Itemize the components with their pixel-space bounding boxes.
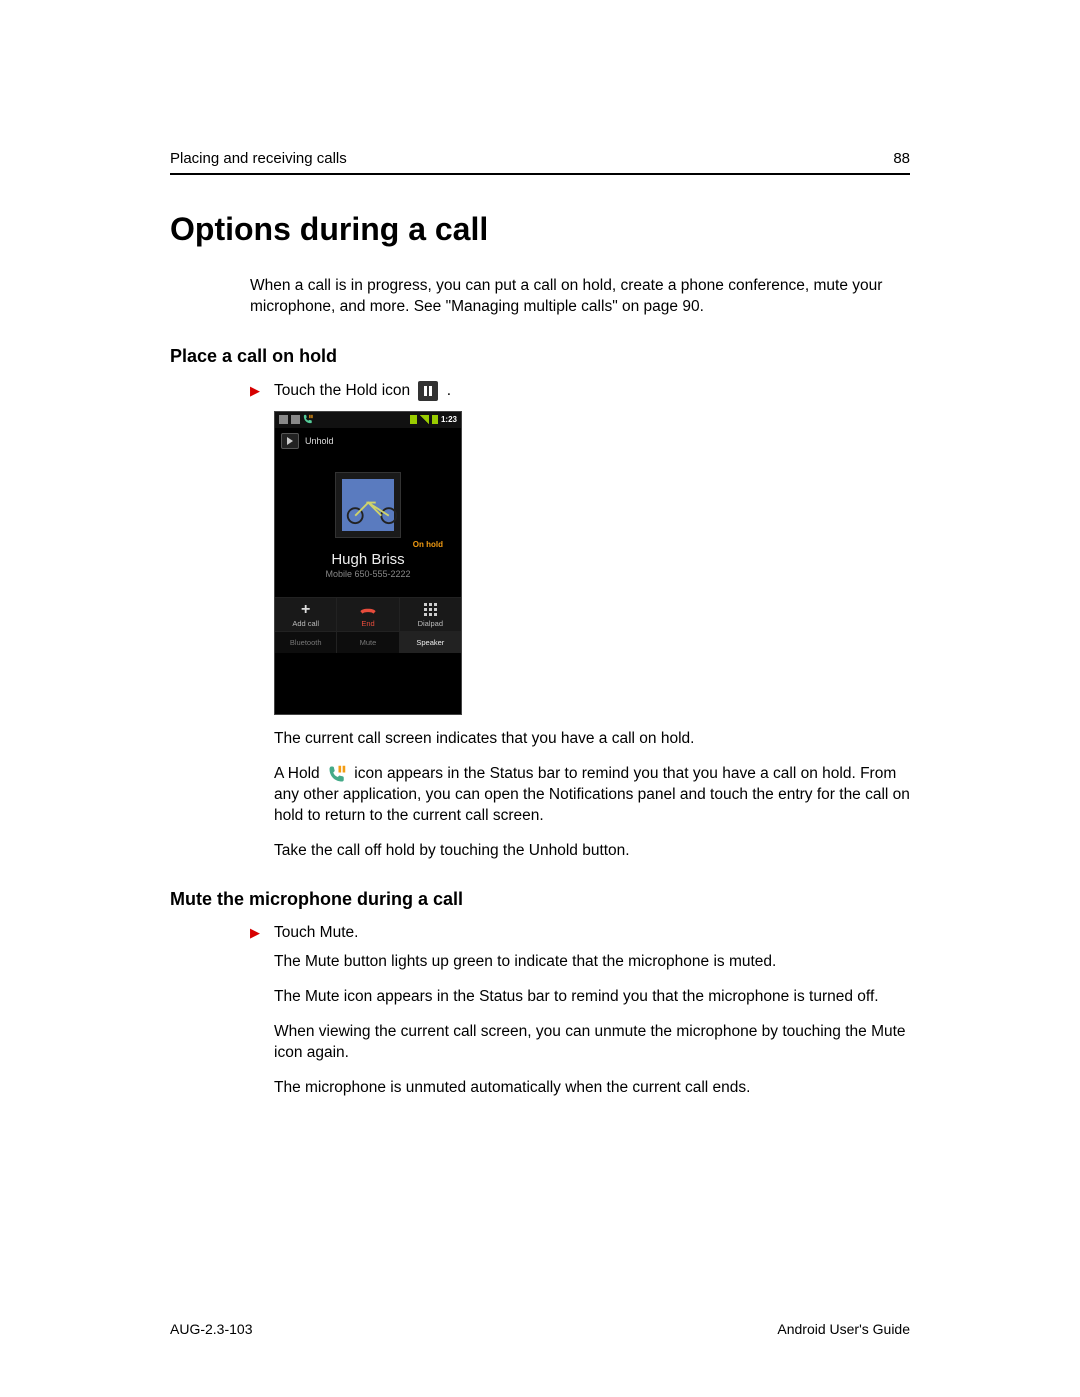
mute-button: Mute — [337, 632, 399, 653]
primary-button-row: Add call End Dialpad — [275, 597, 461, 631]
add-call-button: Add call — [275, 598, 337, 631]
unhold-label: Unhold — [305, 436, 334, 446]
add-call-label: Add call — [292, 619, 319, 628]
bluetooth-button: Bluetooth — [275, 632, 337, 653]
section-name: Placing and receiving calls — [170, 150, 347, 167]
phone-hold-status-icon — [303, 414, 313, 426]
phone-screenshot: 1:23 Unhold On hold Hugh Briss Mobile 65… — [274, 411, 462, 715]
plus-icon — [275, 602, 336, 618]
step-text-after: . — [447, 382, 451, 399]
status-bar: 1:23 — [275, 412, 461, 428]
step-text-before: Touch the Hold icon — [274, 382, 410, 399]
unhold-bar: Unhold — [275, 428, 461, 454]
mute-p1: The Mute button lights up green to indic… — [274, 952, 910, 973]
doc-title: Android User's Guide — [777, 1321, 910, 1337]
signal-icon — [420, 415, 429, 424]
dialpad-button: Dialpad — [400, 598, 461, 631]
status-icon — [279, 415, 288, 424]
step-bullet-icon: ▶ — [250, 925, 260, 941]
mute-p2: The Mute icon appears in the Status bar … — [274, 987, 910, 1008]
contact-name: Hugh Briss — [275, 551, 461, 568]
hangup-icon — [337, 602, 398, 618]
speaker-button: Speaker — [400, 632, 461, 653]
battery-icon — [432, 415, 438, 424]
dialpad-label: Dialpad — [418, 619, 443, 628]
status-icon — [291, 415, 300, 424]
section-heading-hold: Place a call on hold — [170, 346, 910, 367]
mute-p3: When viewing the current call screen, yo… — [274, 1022, 910, 1064]
unhold-play-icon — [281, 433, 299, 449]
hold-p1: The current call screen indicates that y… — [274, 729, 910, 750]
hold-p2: A Hold icon appears in the Status bar to… — [274, 764, 910, 827]
page-footer: AUG-2.3-103 Android User's Guide — [170, 1321, 910, 1337]
end-call-button: End — [337, 598, 399, 631]
doc-id: AUG-2.3-103 — [170, 1321, 252, 1337]
step-text: Touch Mute. — [274, 924, 358, 942]
step-bullet-icon: ▶ — [250, 383, 260, 399]
contact-area: On hold Hugh Briss Mobile 650-555-2222 — [275, 454, 461, 585]
bicycle-icon — [344, 497, 400, 525]
contact-avatar — [335, 472, 401, 538]
intro-paragraph: When a call is in progress, you can put … — [250, 276, 910, 318]
phone-hold-icon — [328, 765, 346, 783]
dialpad-icon — [400, 602, 461, 618]
contact-number: Mobile 650-555-2222 — [275, 569, 461, 579]
secondary-button-row: Bluetooth Mute Speaker — [275, 631, 461, 653]
page-number: 88 — [893, 150, 910, 167]
status-time: 1:23 — [441, 415, 457, 424]
hold-p3: Take the call off hold by touching the U… — [274, 841, 910, 862]
end-label: End — [361, 619, 374, 628]
page-title: Options during a call — [170, 211, 910, 248]
mute-p4: The microphone is unmuted automatically … — [274, 1078, 910, 1099]
running-header: Placing and receiving calls 88 — [170, 150, 910, 175]
section-heading-mute: Mute the microphone during a call — [170, 889, 910, 910]
hold-icon — [418, 381, 438, 401]
status-icon — [410, 415, 417, 424]
step-touch-hold: ▶ Touch the Hold icon . — [250, 381, 910, 401]
step-touch-mute: ▶ Touch Mute. — [250, 924, 910, 942]
onhold-label: On hold — [275, 540, 461, 549]
